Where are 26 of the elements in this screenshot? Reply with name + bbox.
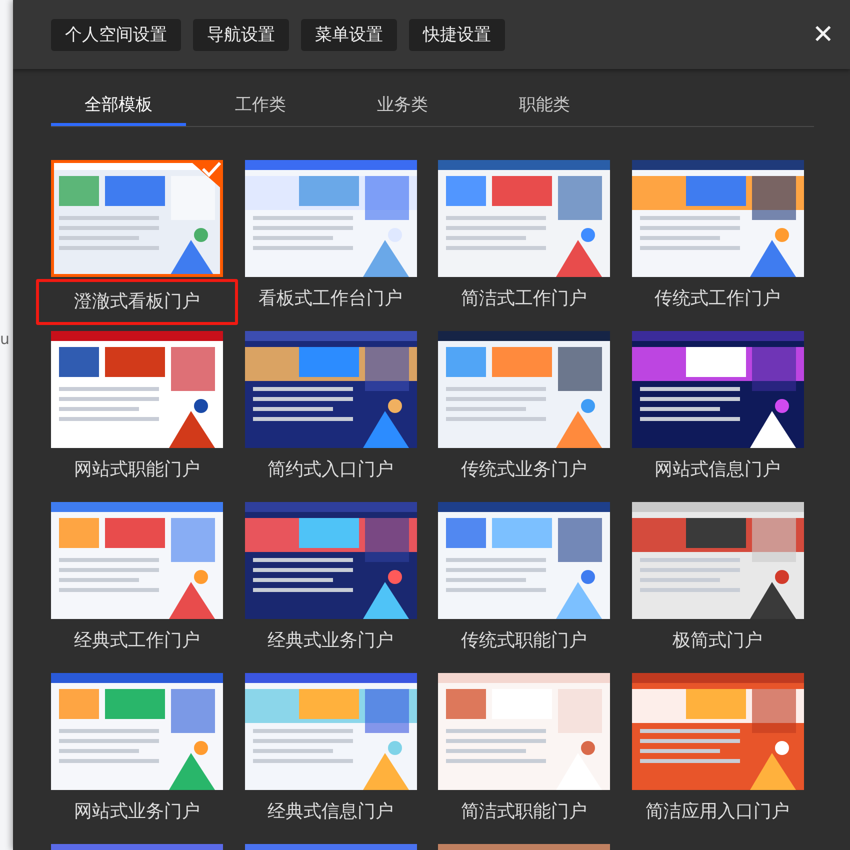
template-name: 看板式工作台门户 [258,287,402,311]
template-name: 简洁式职能门户 [461,800,587,824]
settings-button[interactable]: 菜单设置 [301,18,397,50]
template-name: 网站式信息门户 [654,458,780,482]
template-name: 简约式入口门户 [268,458,394,482]
category-tab[interactable]: 职能类 [477,85,612,126]
category-tab[interactable]: 业务类 [335,85,470,126]
settings-button[interactable]: 个人空间设置 [51,18,181,50]
template-name: 极简式门户 [672,629,762,653]
template-name: 简洁式工作门户 [461,287,587,311]
close-button[interactable]: ✕ [812,22,834,48]
settings-button[interactable]: 快捷设置 [409,18,505,50]
template-name: 网站式职能门户 [74,458,200,482]
template-name: 澄澈式看板门户 [74,290,200,314]
template-name: 网站式业务门户 [74,800,200,824]
template-name: 传统式工作门户 [654,287,780,311]
category-tab[interactable]: 工作类 [193,85,328,126]
template-name: 经典式工作门户 [74,629,200,653]
template-name: 传统式业务门户 [461,458,587,482]
template-name: 经典式业务门户 [268,629,394,653]
category-tab[interactable]: 全部模板 [51,85,186,126]
background-text: u [0,330,11,348]
template-name: 传统式职能门户 [461,629,587,653]
settings-button[interactable]: 导航设置 [193,18,289,50]
template-name: 简洁应用入口门户 [646,800,790,824]
template-name: 经典式信息门户 [268,800,394,824]
